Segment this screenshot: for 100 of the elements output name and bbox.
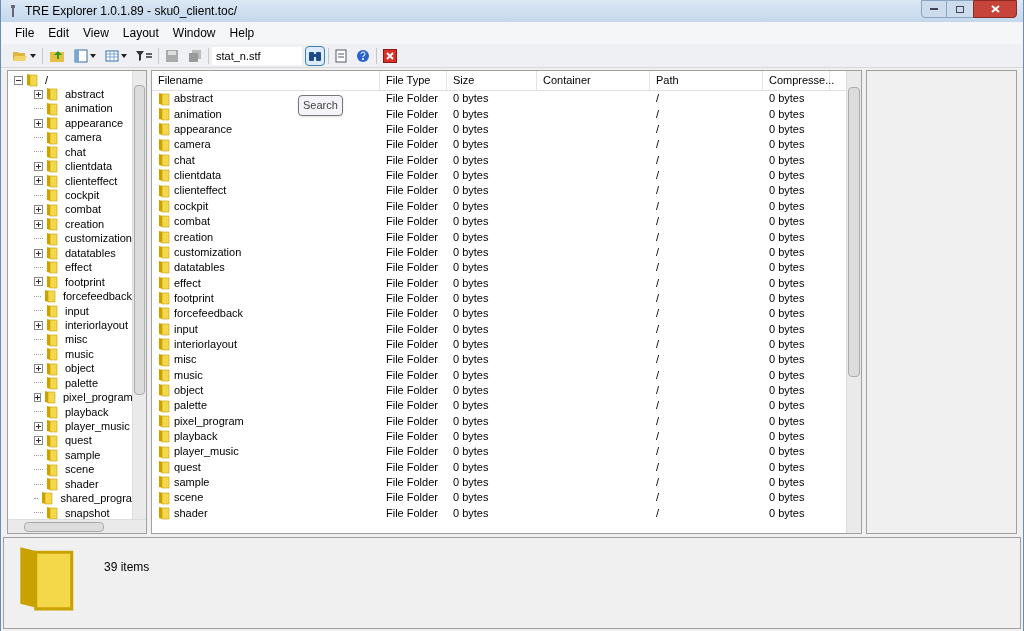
tree-item[interactable]: object (65, 360, 95, 377)
table-cell-text: 0 bytes (769, 168, 805, 184)
column-header[interactable]: Size (447, 71, 537, 90)
table-cell-text: / (656, 244, 660, 260)
folder-icon (44, 390, 56, 405)
tree-item[interactable]: combat (65, 201, 102, 218)
column-header[interactable]: Filename (152, 71, 380, 90)
tree-item[interactable]: shared_progra (60, 490, 132, 507)
tree-item[interactable]: forcefeedback (62, 288, 132, 305)
expand-toggle[interactable] (34, 277, 43, 287)
folder-icon (46, 202, 58, 217)
menu-item[interactable]: Layout (118, 24, 163, 42)
table-cell-text: File Folder (386, 214, 438, 230)
tree-item[interactable]: clienteffect (65, 172, 118, 190)
horizontal-scrollbar[interactable] (8, 519, 146, 533)
tree-item[interactable]: / (45, 71, 49, 89)
tree-item[interactable]: camera (65, 129, 102, 146)
expand-toggle[interactable] (34, 421, 43, 431)
scrollbar[interactable] (132, 71, 146, 519)
tree-item[interactable]: animation (65, 100, 113, 117)
tree-item[interactable]: player_music (65, 418, 130, 435)
expand-toggle[interactable] (34, 320, 43, 330)
table-cell-text: File Folder (386, 352, 438, 368)
expand-toggle[interactable] (34, 205, 43, 215)
table-cell-text: 0 bytes (453, 321, 489, 337)
tree-item[interactable]: snapshot (65, 504, 110, 519)
folder-icon (158, 444, 170, 459)
tree-item[interactable]: creation (65, 215, 105, 233)
expand-toggle[interactable] (34, 248, 43, 258)
tree-item[interactable]: sample (65, 446, 101, 464)
folder-icon (46, 101, 58, 116)
minimize-button[interactable] (921, 0, 947, 18)
table-cell-text: 0 bytes (453, 275, 489, 291)
menu-item[interactable]: Edit (44, 24, 74, 42)
scrollbar[interactable] (846, 71, 861, 533)
table-cell-text: 0 bytes (769, 382, 805, 398)
table-cell-text: / (656, 382, 660, 398)
expand-toggle[interactable] (34, 118, 43, 128)
table-cell-text: 0 bytes (769, 505, 805, 521)
folder-icon (46, 87, 58, 102)
tree-item[interactable]: chat (65, 143, 86, 161)
tree-item[interactable]: effect (65, 259, 92, 276)
table-cell-text: 0 bytes (453, 505, 489, 521)
table-cell-text: / (656, 306, 660, 322)
search-button[interactable] (305, 45, 325, 66)
folder-icon (46, 375, 58, 390)
expand-toggle[interactable] (34, 219, 43, 229)
menu-item[interactable]: Window (168, 24, 220, 42)
folder-icon (158, 398, 170, 413)
tree-item[interactable]: quest (65, 432, 92, 449)
tree-item[interactable]: appearance (65, 114, 124, 132)
menu-item[interactable]: File (11, 24, 39, 42)
tree-item[interactable]: misc (65, 331, 88, 348)
tree-item[interactable]: footprint (65, 273, 105, 291)
table-cell-text: File Folder (386, 137, 438, 153)
tree-item[interactable]: clientdata (65, 158, 113, 175)
table-cell-text: / (656, 352, 660, 368)
filter-icon (136, 49, 152, 62)
expand-toggle[interactable] (34, 161, 43, 171)
table-cell-text: File Folder (386, 475, 438, 490)
tree-item[interactable]: music (65, 345, 94, 363)
tree-item[interactable]: cockpit (65, 187, 100, 204)
folder-icon (158, 214, 170, 229)
table-cell-text: clienteffect (174, 183, 227, 199)
expand-toggle[interactable] (34, 176, 43, 186)
expand-toggle[interactable] (34, 436, 43, 446)
expand-toggle[interactable] (34, 392, 41, 402)
layout-icon (74, 48, 88, 63)
column-header[interactable]: Path (650, 71, 763, 90)
table-cell-text: File Folder (386, 244, 438, 260)
menu-item[interactable]: View (79, 24, 113, 42)
menu-item[interactable]: Help (225, 24, 259, 42)
folder-icon (46, 173, 58, 188)
tree-item[interactable]: palette (65, 374, 99, 392)
table-cell-text: / (656, 367, 660, 383)
column-header[interactable]: File Type (380, 71, 447, 90)
table-cell-text: player_music (174, 444, 239, 460)
tree-item[interactable]: pixel_program (63, 389, 132, 406)
tree-item[interactable]: playback (65, 403, 109, 421)
column-header[interactable]: Container (537, 71, 650, 90)
close-button[interactable] (973, 0, 1017, 18)
document-icon (335, 48, 347, 63)
tree-item[interactable]: scene (65, 461, 95, 478)
folder-icon (46, 159, 58, 174)
folder-icon (46, 332, 58, 347)
collapse-toggle[interactable] (14, 75, 23, 85)
tree-item[interactable]: abstract (65, 85, 105, 103)
maximize-button[interactable] (947, 0, 973, 18)
table-cell-text: 0 bytes (453, 475, 489, 490)
expand-toggle[interactable] (34, 364, 43, 374)
table-cell-text: 0 bytes (769, 260, 805, 276)
folder-icon (158, 275, 170, 290)
table-cell-text: / (656, 429, 660, 444)
expand-toggle[interactable] (34, 89, 43, 99)
search-field[interactable]: stat_n.stf (212, 46, 302, 65)
tree-item[interactable]: shader (65, 475, 99, 493)
table-cell-text: quest (174, 459, 201, 475)
folder-icon (158, 199, 170, 214)
tree-item[interactable]: customization (64, 230, 132, 247)
tree-item[interactable]: datatables (65, 244, 116, 262)
